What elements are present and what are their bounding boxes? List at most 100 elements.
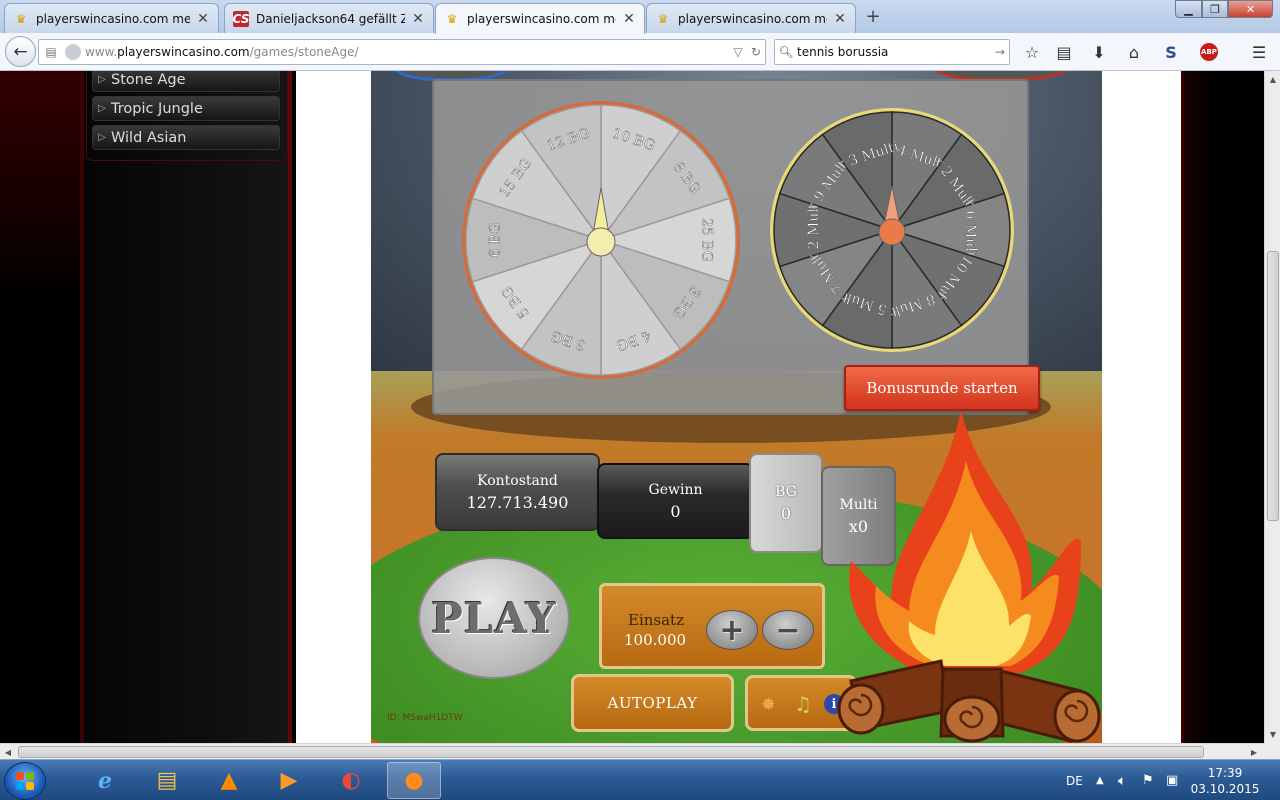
- start-button[interactable]: [4, 762, 46, 800]
- file-explorer-icon[interactable]: ▤: [140, 762, 194, 799]
- right-background: [1181, 71, 1264, 743]
- autoplay-button[interactable]: AUTOPLAY: [571, 674, 734, 732]
- maximize-window-icon[interactable]: ❐: [1202, 0, 1228, 18]
- decrease-bet-button[interactable]: −: [762, 610, 814, 650]
- url-host: playerswincasino.com: [117, 45, 250, 59]
- chevron-right-icon: ▷: [98, 74, 106, 85]
- adblock-icon[interactable]: ABP: [1198, 41, 1220, 63]
- globe-icon[interactable]: [65, 44, 81, 60]
- scroll-right-arrow-icon[interactable]: ▶: [1246, 744, 1262, 760]
- crown-icon: ♛: [657, 11, 669, 26]
- horizontal-scrollbar[interactable]: ◀ ▶: [0, 743, 1264, 759]
- taskbar-clock[interactable]: 17:39 03.10.2015: [1190, 765, 1260, 797]
- wheel-hub: [878, 218, 906, 246]
- browser-tab-1[interactable]: ♛ playerswincasino.com me... ✕: [4, 3, 219, 33]
- gewinn-value: 0: [670, 501, 681, 521]
- download-icon[interactable]: ⬇: [1088, 41, 1110, 63]
- close-tab-icon[interactable]: ✕: [196, 11, 210, 27]
- search-input[interactable]: tennis borussia: [797, 45, 991, 59]
- search-icon: 🔍︎: [778, 45, 794, 59]
- menu-hamburger-icon[interactable]: ☰: [1248, 41, 1270, 63]
- scroll-corner: [1264, 743, 1280, 759]
- new-tab-icon[interactable]: +: [862, 6, 884, 27]
- browser-tab-4[interactable]: ♛ playerswincasino.com me... ✕: [646, 3, 856, 33]
- close-tab-icon[interactable]: ✕: [411, 11, 425, 27]
- tab-title: playerswincasino.com me...: [467, 12, 616, 26]
- browser-tab-bar: ♛ playerswincasino.com me... ✕ CS Daniel…: [0, 0, 1280, 34]
- bonus-round-start-button[interactable]: Bonusrunde starten: [844, 365, 1040, 411]
- close-tab-icon[interactable]: ✕: [622, 11, 636, 27]
- clock-date: 03.10.2015: [1190, 782, 1260, 796]
- clock-time: 17:39: [1207, 766, 1243, 780]
- vlc-icon[interactable]: ▲: [202, 762, 256, 799]
- play-button[interactable]: PLAY: [418, 557, 570, 679]
- bookmarks-list-icon[interactable]: ▤: [1053, 41, 1075, 63]
- action-center-flag-icon[interactable]: ⚑: [1142, 760, 1154, 800]
- session-id-text: ID: MSwaH1DTW: [387, 713, 463, 723]
- campfire-illustration: [837, 411, 1101, 743]
- sidebar-item-wild-asian[interactable]: ▷ Wild Asian: [92, 125, 280, 150]
- reload-icon[interactable]: ↻: [747, 45, 765, 59]
- volume-icon[interactable]: 🔈︎: [1118, 760, 1126, 800]
- bg-wheel: 10 BG8 BG25 BG3 BG4 BG3 BG5 BG6 BG15 BG1…: [462, 101, 740, 379]
- vertical-scroll-thumb[interactable]: [1267, 251, 1279, 521]
- kontostand-label: Kontostand: [477, 472, 558, 489]
- internet-explorer-icon[interactable]: e: [78, 762, 132, 799]
- scroll-up-arrow-icon[interactable]: ▲: [1265, 71, 1280, 87]
- page-menu-icon[interactable]: ▤: [41, 45, 61, 59]
- close-window-icon[interactable]: ✕: [1228, 0, 1273, 18]
- sidebar-item-label: Wild Asian: [111, 129, 187, 146]
- left-background: [0, 71, 84, 743]
- search-go-icon[interactable]: →: [991, 45, 1009, 59]
- multi-wheel: x 4 Multix 2 Multix 6 Multix 10 Multix 8…: [770, 108, 1014, 352]
- dropdown-arrow-icon[interactable]: ▽: [729, 45, 747, 59]
- close-tab-icon[interactable]: ✕: [833, 11, 847, 27]
- tab-title: playerswincasino.com me...: [678, 11, 827, 26]
- gear-icon[interactable]: ✹: [760, 692, 777, 716]
- crown-icon: ♛: [15, 11, 27, 26]
- minimize-window-icon[interactable]: ▁: [1175, 0, 1202, 18]
- ccleaner-icon[interactable]: ◐: [324, 762, 378, 799]
- sidebar-item-tropic-jungle[interactable]: ▷ Tropic Jungle: [92, 96, 280, 121]
- network-icon[interactable]: ▣: [1166, 760, 1178, 800]
- bookmark-star-icon[interactable]: ☆: [1021, 41, 1043, 63]
- music-note-icon[interactable]: ♫: [794, 692, 812, 716]
- einsatz-panel: Einsatz 100.000 + −: [599, 583, 825, 669]
- search-bar[interactable]: 🔍︎ tennis borussia →: [774, 39, 1010, 65]
- chevron-right-icon: ▷: [98, 132, 106, 143]
- browser-tab-2[interactable]: CS Danieljackson64 gefällt Zo... ✕: [224, 3, 434, 33]
- tray-expand-icon[interactable]: ▲: [1096, 760, 1104, 800]
- skype-icon[interactable]: S: [1160, 41, 1182, 63]
- tab-title: playerswincasino.com me...: [36, 11, 190, 26]
- scroll-down-arrow-icon[interactable]: ▼: [1265, 726, 1280, 742]
- kontostand-value: 127.713.490: [466, 492, 569, 512]
- gewinn-stone: Gewinn 0: [597, 463, 754, 539]
- cs-icon: CS: [232, 10, 250, 27]
- bg-label: BG: [775, 483, 797, 500]
- windows-logo-icon: [16, 772, 34, 790]
- wheel-segment-label: 25 BG: [698, 218, 714, 262]
- adblock-badge: ABP: [1200, 43, 1218, 61]
- address-bar[interactable]: ▤ www. playerswincasino.com /games/stone…: [38, 39, 766, 65]
- crown-icon: ♛: [446, 12, 458, 26]
- language-indicator[interactable]: DE: [1066, 760, 1083, 800]
- bg-stone: BG 0: [749, 453, 823, 553]
- sidebar-item-label: Tropic Jungle: [111, 100, 203, 117]
- home-icon[interactable]: ⌂: [1123, 41, 1145, 63]
- sidebar: ▷ Stone Age ▷ Tropic Jungle ▷ Wild Asian: [84, 71, 292, 743]
- increase-bet-button[interactable]: +: [706, 610, 758, 650]
- scroll-left-arrow-icon[interactable]: ◀: [0, 744, 16, 760]
- firefox-icon[interactable]: ●: [387, 762, 441, 799]
- gewinn-label: Gewinn: [648, 481, 703, 498]
- windows-taskbar: e ▤ ▲ ▶ ◐ ● DE ▲ 🔈︎ ⚑ ▣ 17:39 03.10.2015: [0, 759, 1280, 800]
- sidebar-item-stone-age[interactable]: ▷ Stone Age: [92, 71, 280, 92]
- vertical-scrollbar[interactable]: ▲ ▼: [1264, 71, 1280, 743]
- browser-tab-3-active[interactable]: ♛ playerswincasino.com me... ✕: [435, 3, 645, 34]
- chevron-right-icon: ▷: [98, 103, 106, 114]
- media-player-icon[interactable]: ▶: [262, 762, 316, 799]
- url-path: /games/stoneAge/: [249, 45, 359, 59]
- bg-value: 0: [780, 503, 792, 523]
- wheel-hub: [586, 227, 616, 257]
- back-arrow-icon[interactable]: ←: [5, 36, 36, 67]
- horizontal-scroll-thumb[interactable]: [18, 746, 1204, 758]
